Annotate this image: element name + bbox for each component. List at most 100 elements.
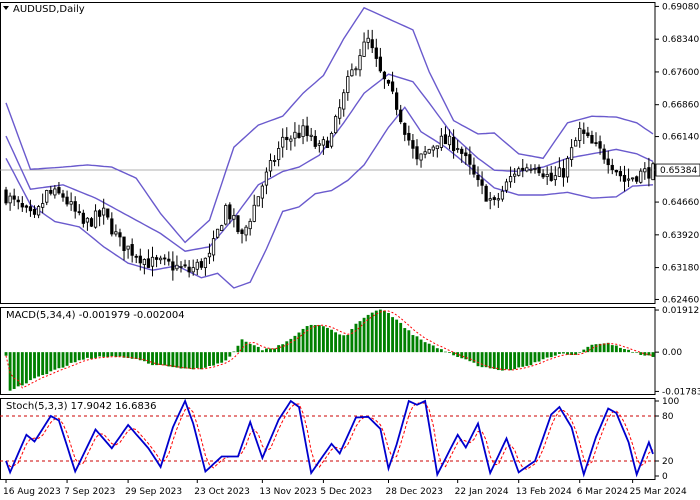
candle-body [179,266,183,268]
x-tick-label: 16 Aug 2023 [3,487,61,497]
macd-bar [199,352,203,370]
candle [187,260,191,278]
candle [268,153,273,178]
macd-bar [578,352,582,353]
candle [610,158,614,175]
candle-body [53,188,57,196]
candle [272,155,277,167]
candle [618,166,623,182]
candle-body [240,229,244,234]
macd-bar [374,310,378,353]
candle [366,29,370,50]
candle-body [289,138,293,142]
candle [110,212,114,237]
candle-body [606,158,610,166]
candle [415,139,419,166]
macd-bar [500,352,504,371]
candle-body [504,181,509,191]
macd-bar [582,349,586,353]
candle-body [635,176,639,182]
candle [16,196,20,210]
macd-y-tick-label: -0.017832 [662,387,700,397]
candle-body [488,198,492,201]
macd-bar [260,350,264,353]
macd-bar [562,352,565,354]
stoch-y-tick-label: 20 [662,457,674,467]
candle-body [582,129,586,134]
price-y-tick-label: 0.62460 [662,295,699,305]
chart-window: AUDUSD,Daily 0.69080 0.68340 0.67600 0.66860… [0,0,700,500]
candle [565,155,570,183]
candle [582,122,586,144]
candle [285,127,289,151]
candle [114,224,118,237]
candle [403,122,407,142]
chevron-down-icon[interactable] [3,6,9,10]
candle-body [301,125,305,137]
macd-bar [183,352,187,369]
macd-bar [273,348,276,353]
candle-body [146,258,151,268]
candle [228,202,232,224]
candle [386,79,391,86]
candle-body [183,264,187,267]
macd-bar [606,342,610,353]
macd-bar [468,352,472,362]
candle [146,249,151,268]
macd-bar [301,328,305,353]
candle-body [61,193,65,198]
candle-body [215,228,220,238]
candle-body [553,175,557,181]
candle-body [472,164,476,175]
candle-body [102,207,106,216]
candle-body [199,261,203,268]
stoch-y-tick-label: 0 [662,472,668,482]
candle-body [154,257,159,260]
candle [358,48,362,77]
candle-body [370,39,374,49]
candle-body [32,208,37,215]
candle [431,144,435,157]
candle [488,191,492,210]
x-tick-label: 6 Mar 2024 [577,487,629,497]
x-tick-label: 13 Nov 2023 [259,487,317,497]
macd-bar [151,352,154,366]
candle-body [651,163,655,181]
candle [362,32,366,58]
candle-body [578,127,582,141]
candle [89,216,94,228]
macd-bar [159,352,163,365]
macd-bar [407,330,411,353]
candle [12,188,16,206]
macd-bar [289,338,293,353]
candle-body [159,257,163,261]
candle-body [313,135,317,147]
candle [53,185,57,199]
candle [443,126,448,145]
candle [590,130,594,144]
candle [277,141,281,167]
candle-body [191,267,195,273]
macd-bar [549,352,553,358]
candle [57,182,61,195]
macd-bar [106,352,110,358]
candle [569,139,574,167]
macd-bar [33,352,36,379]
candle-body [390,81,395,92]
candle [134,254,138,264]
candle [36,204,41,219]
macd-bar [350,328,354,353]
candle-body [557,167,562,177]
macd-bar [179,352,183,369]
candle [476,166,480,187]
candle-body [211,238,216,256]
candle-body [525,167,529,172]
candle-body [93,210,98,228]
macd-bar [326,327,329,353]
macd-bar [403,328,407,353]
macd-bar [610,345,614,353]
macd-bar [293,335,297,353]
macd-bar [85,352,89,358]
candle [517,166,521,177]
candle-body [85,217,90,223]
